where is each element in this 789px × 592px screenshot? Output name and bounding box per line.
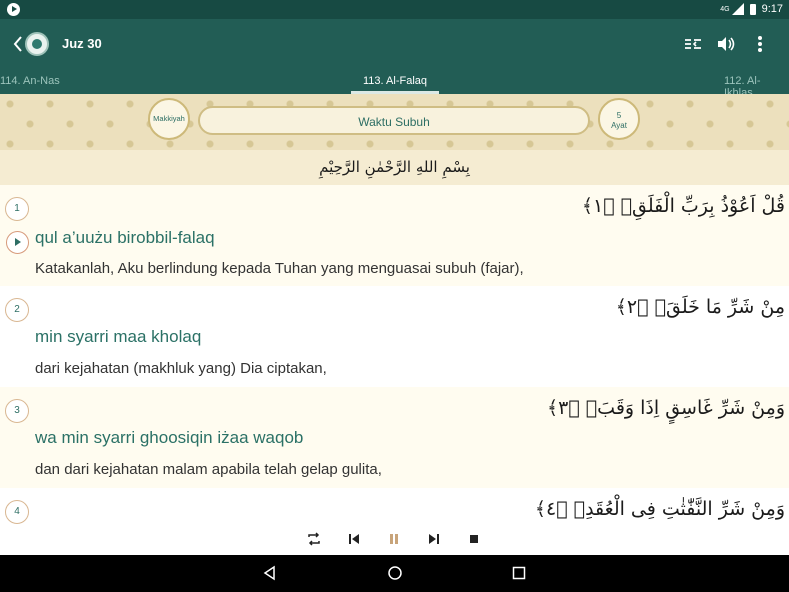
verse-arabic: وَمِنْ شَرِّ النَّفّٰثٰتِ فِى الْعُقَدِۙ… bbox=[534, 498, 785, 520]
surah-header: Makkiyah Waktu Subuh 5 Ayat bbox=[0, 94, 789, 150]
verse-item[interactable]: 4 وَمِنْ شَرِّ النَّفّٰثٰتِ فِى الْعُقَد… bbox=[0, 488, 789, 525]
system-nav-bar bbox=[0, 555, 789, 592]
verse-translation: dari kejahatan (makhluk yang) Dia ciptak… bbox=[35, 360, 327, 377]
previous-icon[interactable] bbox=[346, 531, 362, 547]
verse-number: 2 bbox=[5, 298, 29, 322]
verse-latin: wa min syarri ghoosiqin iżaa waqob bbox=[35, 428, 304, 447]
page-title: Juz 30 bbox=[62, 36, 102, 51]
ayat-count: 5 bbox=[616, 111, 622, 120]
surah-name-band: Waktu Subuh bbox=[198, 106, 590, 135]
ayat-label: Ayat bbox=[611, 121, 627, 130]
verse-arabic: وَمِنْ شَرِّ غَاسِقٍ اِذَا وَقَبَۙ ﴿٣﴾ bbox=[546, 397, 785, 419]
verse-number: 4 bbox=[5, 500, 29, 524]
verse-arabic: قُلْ اَعُوْذُ بِرَبِّ الْفَلَقِۙ ﴿١﴾ bbox=[581, 195, 785, 217]
verse-item[interactable]: 1 قُلْ اَعُوْذُ بِرَبِّ الْفَلَقِۙ ﴿١﴾ q… bbox=[0, 185, 789, 286]
verse-number: 3 bbox=[5, 399, 29, 423]
pause-icon[interactable] bbox=[386, 531, 402, 547]
list-view-icon[interactable] bbox=[682, 33, 704, 55]
verse-latin: qul a’uużu birobbil-falaq bbox=[35, 228, 215, 247]
revelation-medallion: Makkiyah bbox=[148, 98, 190, 140]
verse-list[interactable]: 1 قُلْ اَعُوْذُ بِرَبِّ الْفَلَقِۙ ﴿١﴾ q… bbox=[0, 185, 789, 525]
stop-icon[interactable] bbox=[466, 531, 482, 547]
play-verse-icon[interactable] bbox=[6, 231, 29, 254]
repeat-icon[interactable] bbox=[306, 531, 322, 547]
verse-latin: min syarri maa kholaq bbox=[35, 327, 202, 346]
tab-an-nas[interactable]: 114. An-Nas bbox=[0, 75, 60, 87]
basmala: بِسْمِ اللهِ الرَّحْمٰنِ الرَّحِيْمِ bbox=[0, 150, 789, 185]
volume-icon[interactable] bbox=[715, 33, 737, 55]
clock: 9:17 bbox=[761, 3, 783, 15]
app-logo bbox=[25, 32, 49, 56]
verse-translation: Katakanlah, Aku berlindung kepada Tuhan … bbox=[35, 260, 524, 277]
verse-item[interactable]: 3 وَمِنْ شَرِّ غَاسِقٍ اِذَا وَقَبَۙ ﴿٣﴾… bbox=[0, 387, 789, 488]
back-arrow-icon[interactable] bbox=[12, 35, 24, 53]
signal-icon bbox=[731, 3, 744, 15]
verse-number: 1 bbox=[5, 197, 29, 221]
ayat-count-medallion: 5 Ayat bbox=[598, 98, 640, 140]
verse-arabic: مِنْ شَرِّ مَا خَلَقَۙ ﴿٢﴾ bbox=[615, 296, 785, 318]
verse-item[interactable]: 2 مِنْ شَرِّ مَا خَلَقَۙ ﴿٢﴾ min syarri … bbox=[0, 286, 789, 387]
recents-nav-icon[interactable] bbox=[511, 565, 527, 581]
verse-translation: dan dari kejahatan malam apabila telah g… bbox=[35, 461, 382, 478]
more-options-icon[interactable] bbox=[749, 33, 771, 55]
surah-tabs: 114. An-Nas 113. Al-Falaq 112. Al-Ikhlas bbox=[0, 70, 789, 99]
home-nav-icon[interactable] bbox=[387, 565, 403, 581]
back-nav-icon[interactable] bbox=[262, 565, 278, 581]
revelation-label: Makkiyah bbox=[153, 114, 185, 123]
app-bar: Juz 30 bbox=[0, 19, 789, 70]
status-bar: 4G 9:17 bbox=[0, 0, 789, 19]
tab-al-falaq[interactable]: 113. Al-Falaq bbox=[363, 75, 427, 87]
next-icon[interactable] bbox=[426, 531, 442, 547]
status-right: 4G 9:17 bbox=[720, 3, 783, 15]
audio-player bbox=[0, 525, 789, 555]
surah-name: Waktu Subuh bbox=[358, 115, 430, 129]
battery-icon bbox=[749, 3, 756, 15]
network-type: 4G bbox=[720, 5, 730, 13]
media-playing-icon bbox=[7, 3, 20, 16]
